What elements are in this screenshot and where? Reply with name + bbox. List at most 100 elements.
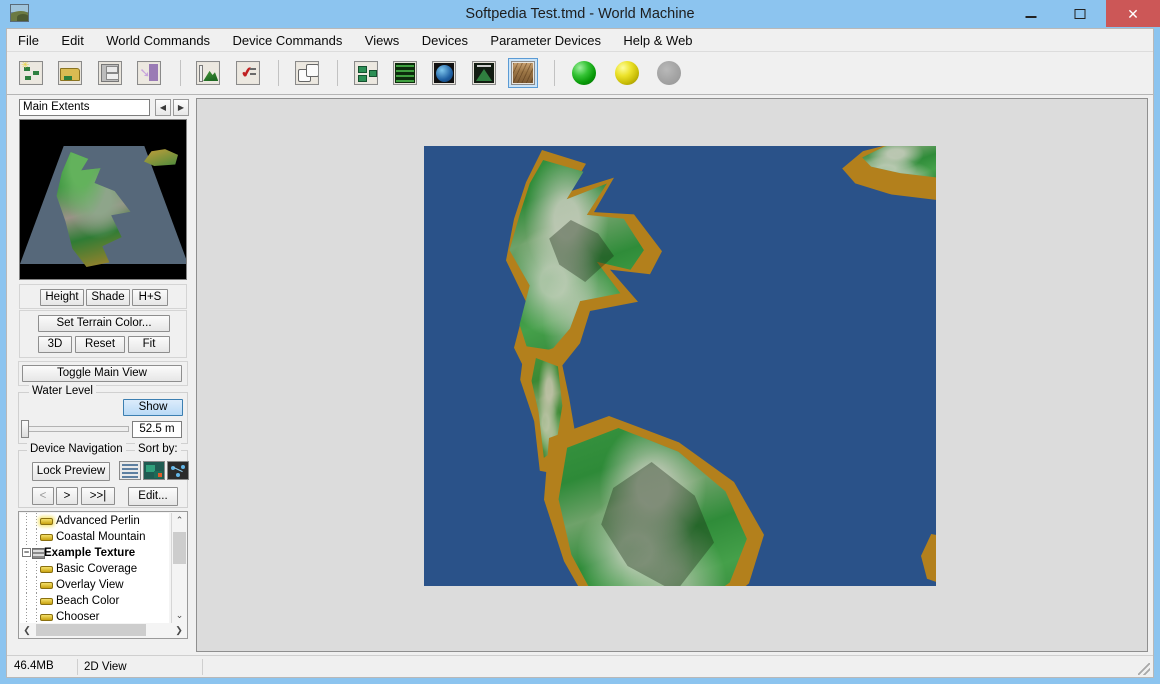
water-level-slider-track[interactable] <box>25 426 129 432</box>
lock-preview-button[interactable]: Lock Preview <box>32 462 110 481</box>
randomize-button[interactable] <box>292 58 322 88</box>
device-next-button[interactable]: > <box>56 487 78 505</box>
tree-item-chooser[interactable]: Chooser <box>20 609 169 623</box>
terrain-preview-3d[interactable] <box>19 119 187 280</box>
menu-world-commands[interactable]: World Commands <box>97 29 219 52</box>
view-fit-button[interactable]: Fit <box>128 336 170 353</box>
texture-view-button[interactable] <box>508 58 539 88</box>
tree-item-beach-color[interactable]: Beach Color <box>20 593 169 609</box>
resize-grip-icon[interactable] <box>1138 663 1150 675</box>
open-world-button[interactable] <box>55 58 85 88</box>
extent-prev-button[interactable]: ◀ <box>155 99 171 116</box>
window-title: Softpedia Test.tmd - World Machine <box>465 6 695 22</box>
save-world-button[interactable] <box>95 58 125 88</box>
height-shade-view-button[interactable]: H+S <box>132 289 168 306</box>
world-extents-icon <box>196 61 221 85</box>
device-node-icon <box>40 534 53 541</box>
device-edit-button[interactable]: Edit... <box>128 487 178 506</box>
device-tree[interactable]: Advanced Perlin Coastal Mountain − Examp… <box>20 513 169 623</box>
terrain-color-group: Set Terrain Color... 3D Reset Fit <box>19 310 187 358</box>
tree-expander-icon[interactable]: − <box>22 548 31 557</box>
menu-views[interactable]: Views <box>356 29 408 52</box>
new-world-icon: ✳ <box>19 61 43 85</box>
scroll-up-icon[interactable]: ⌃ <box>172 513 187 528</box>
tree-item-label: Beach Color <box>56 595 120 607</box>
device-workview-icon <box>353 61 378 85</box>
tree-item-label: Advanced Perlin <box>56 515 140 527</box>
tree-item-coastal-mountain[interactable]: Coastal Mountain <box>20 529 169 545</box>
menu-edit[interactable]: Edit <box>52 29 92 52</box>
3d-view-icon <box>471 61 496 85</box>
tree-item-advanced-perlin[interactable]: Advanced Perlin <box>20 513 169 529</box>
randomize-icon <box>294 61 319 85</box>
world-view-icon <box>432 61 457 85</box>
menu-help-web[interactable]: Help & Web <box>614 29 701 52</box>
tree-horizontal-scrollbar[interactable]: ❮ ❯ <box>20 623 186 637</box>
water-show-button[interactable]: Show <box>123 399 183 416</box>
project-settings-icon: ✔ <box>235 61 260 85</box>
layout-view-button[interactable] <box>390 58 420 88</box>
device-node-icon <box>40 598 53 605</box>
world-machine-window: Softpedia Test.tmd - World Machine ✕ Fil… <box>0 0 1160 684</box>
water-level-group: Water Level Show 52.5 m <box>18 385 188 444</box>
view-reset-button[interactable]: Reset <box>75 336 125 353</box>
scroll-down-icon[interactable]: ⌄ <box>172 608 187 623</box>
device-navigation-label: Device Navigation <box>27 443 126 455</box>
tree-hscroll-thumb[interactable] <box>36 624 146 636</box>
view-mode-group: Height Shade H+S <box>19 284 187 309</box>
sort-by-label: Sort by: <box>135 443 181 455</box>
shade-view-button[interactable]: Shade <box>86 289 130 306</box>
status-bar: 46.4MB 2D View <box>7 655 1153 677</box>
set-terrain-color-button[interactable]: Set Terrain Color... <box>38 315 170 332</box>
view-3d-button[interactable]: 3D <box>38 336 72 353</box>
build-green-orb[interactable] <box>569 58 599 88</box>
main-view-area[interactable]: SOFTPEDIA <box>196 98 1148 652</box>
tree-item-overlay-view[interactable]: Overlay View <box>20 577 169 593</box>
menu-parameter-devices[interactable]: Parameter Devices <box>481 29 610 52</box>
status-view-mode: 2D View <box>77 659 127 675</box>
menu-file[interactable]: File <box>7 29 48 52</box>
water-level-slider-thumb[interactable] <box>21 420 29 438</box>
world-view-button[interactable] <box>429 58 459 88</box>
tree-vertical-scrollbar[interactable]: ⌃ ⌄ <box>171 513 187 623</box>
sort-device-icon[interactable] <box>143 461 165 480</box>
scroll-right-icon[interactable]: ❯ <box>172 623 186 637</box>
scroll-left-icon[interactable]: ❮ <box>20 623 34 637</box>
device-node-icon <box>40 614 53 621</box>
project-settings-button[interactable]: ✔ <box>233 58 263 88</box>
device-prev-button[interactable]: < <box>32 487 54 505</box>
export-world-button[interactable]: ➘ <box>134 58 164 88</box>
sort-list-icon[interactable] <box>119 461 141 480</box>
sort-network-icon[interactable] <box>167 461 189 480</box>
new-world-button[interactable]: ✳ <box>16 58 46 88</box>
toolbar-separator <box>337 60 339 86</box>
build-gray-orb[interactable] <box>654 58 684 88</box>
title-bar: Softpedia Test.tmd - World Machine ✕ <box>0 0 1160 28</box>
menu-devices[interactable]: Devices <box>413 29 477 52</box>
status-separator <box>202 659 203 675</box>
toolbar-separator <box>179 60 181 86</box>
maximize-button[interactable] <box>1058 0 1102 27</box>
world-extents-button[interactable] <box>193 58 223 88</box>
close-button[interactable]: ✕ <box>1106 0 1160 27</box>
device-workview-button[interactable] <box>351 58 381 88</box>
toolbar-separator <box>553 60 555 86</box>
tree-item-label: Chooser <box>56 611 100 623</box>
3d-view-button[interactable] <box>469 58 499 88</box>
minimize-button[interactable] <box>1009 0 1053 27</box>
tree-item-example-texture[interactable]: − Example Texture <box>20 545 169 561</box>
extent-selector-field[interactable]: Main Extents <box>19 99 150 116</box>
menu-device-commands[interactable]: Device Commands <box>224 29 352 52</box>
tree-item-label: Overlay View <box>56 579 124 591</box>
tree-vscroll-thumb[interactable] <box>173 532 186 564</box>
tree-item-basic-coverage[interactable]: Basic Coverage <box>20 561 169 577</box>
terrain-canvas[interactable] <box>424 146 936 586</box>
device-node-icon <box>40 566 53 573</box>
height-view-button[interactable]: Height <box>40 289 84 306</box>
build-yellow-orb[interactable] <box>612 58 642 88</box>
device-last-button[interactable]: >>| <box>81 487 115 505</box>
water-level-value[interactable]: 52.5 m <box>132 421 182 438</box>
extent-next-button[interactable]: ▶ <box>173 99 189 116</box>
layout-view-icon <box>392 61 417 85</box>
toggle-main-view-button[interactable]: Toggle Main View <box>22 365 182 382</box>
